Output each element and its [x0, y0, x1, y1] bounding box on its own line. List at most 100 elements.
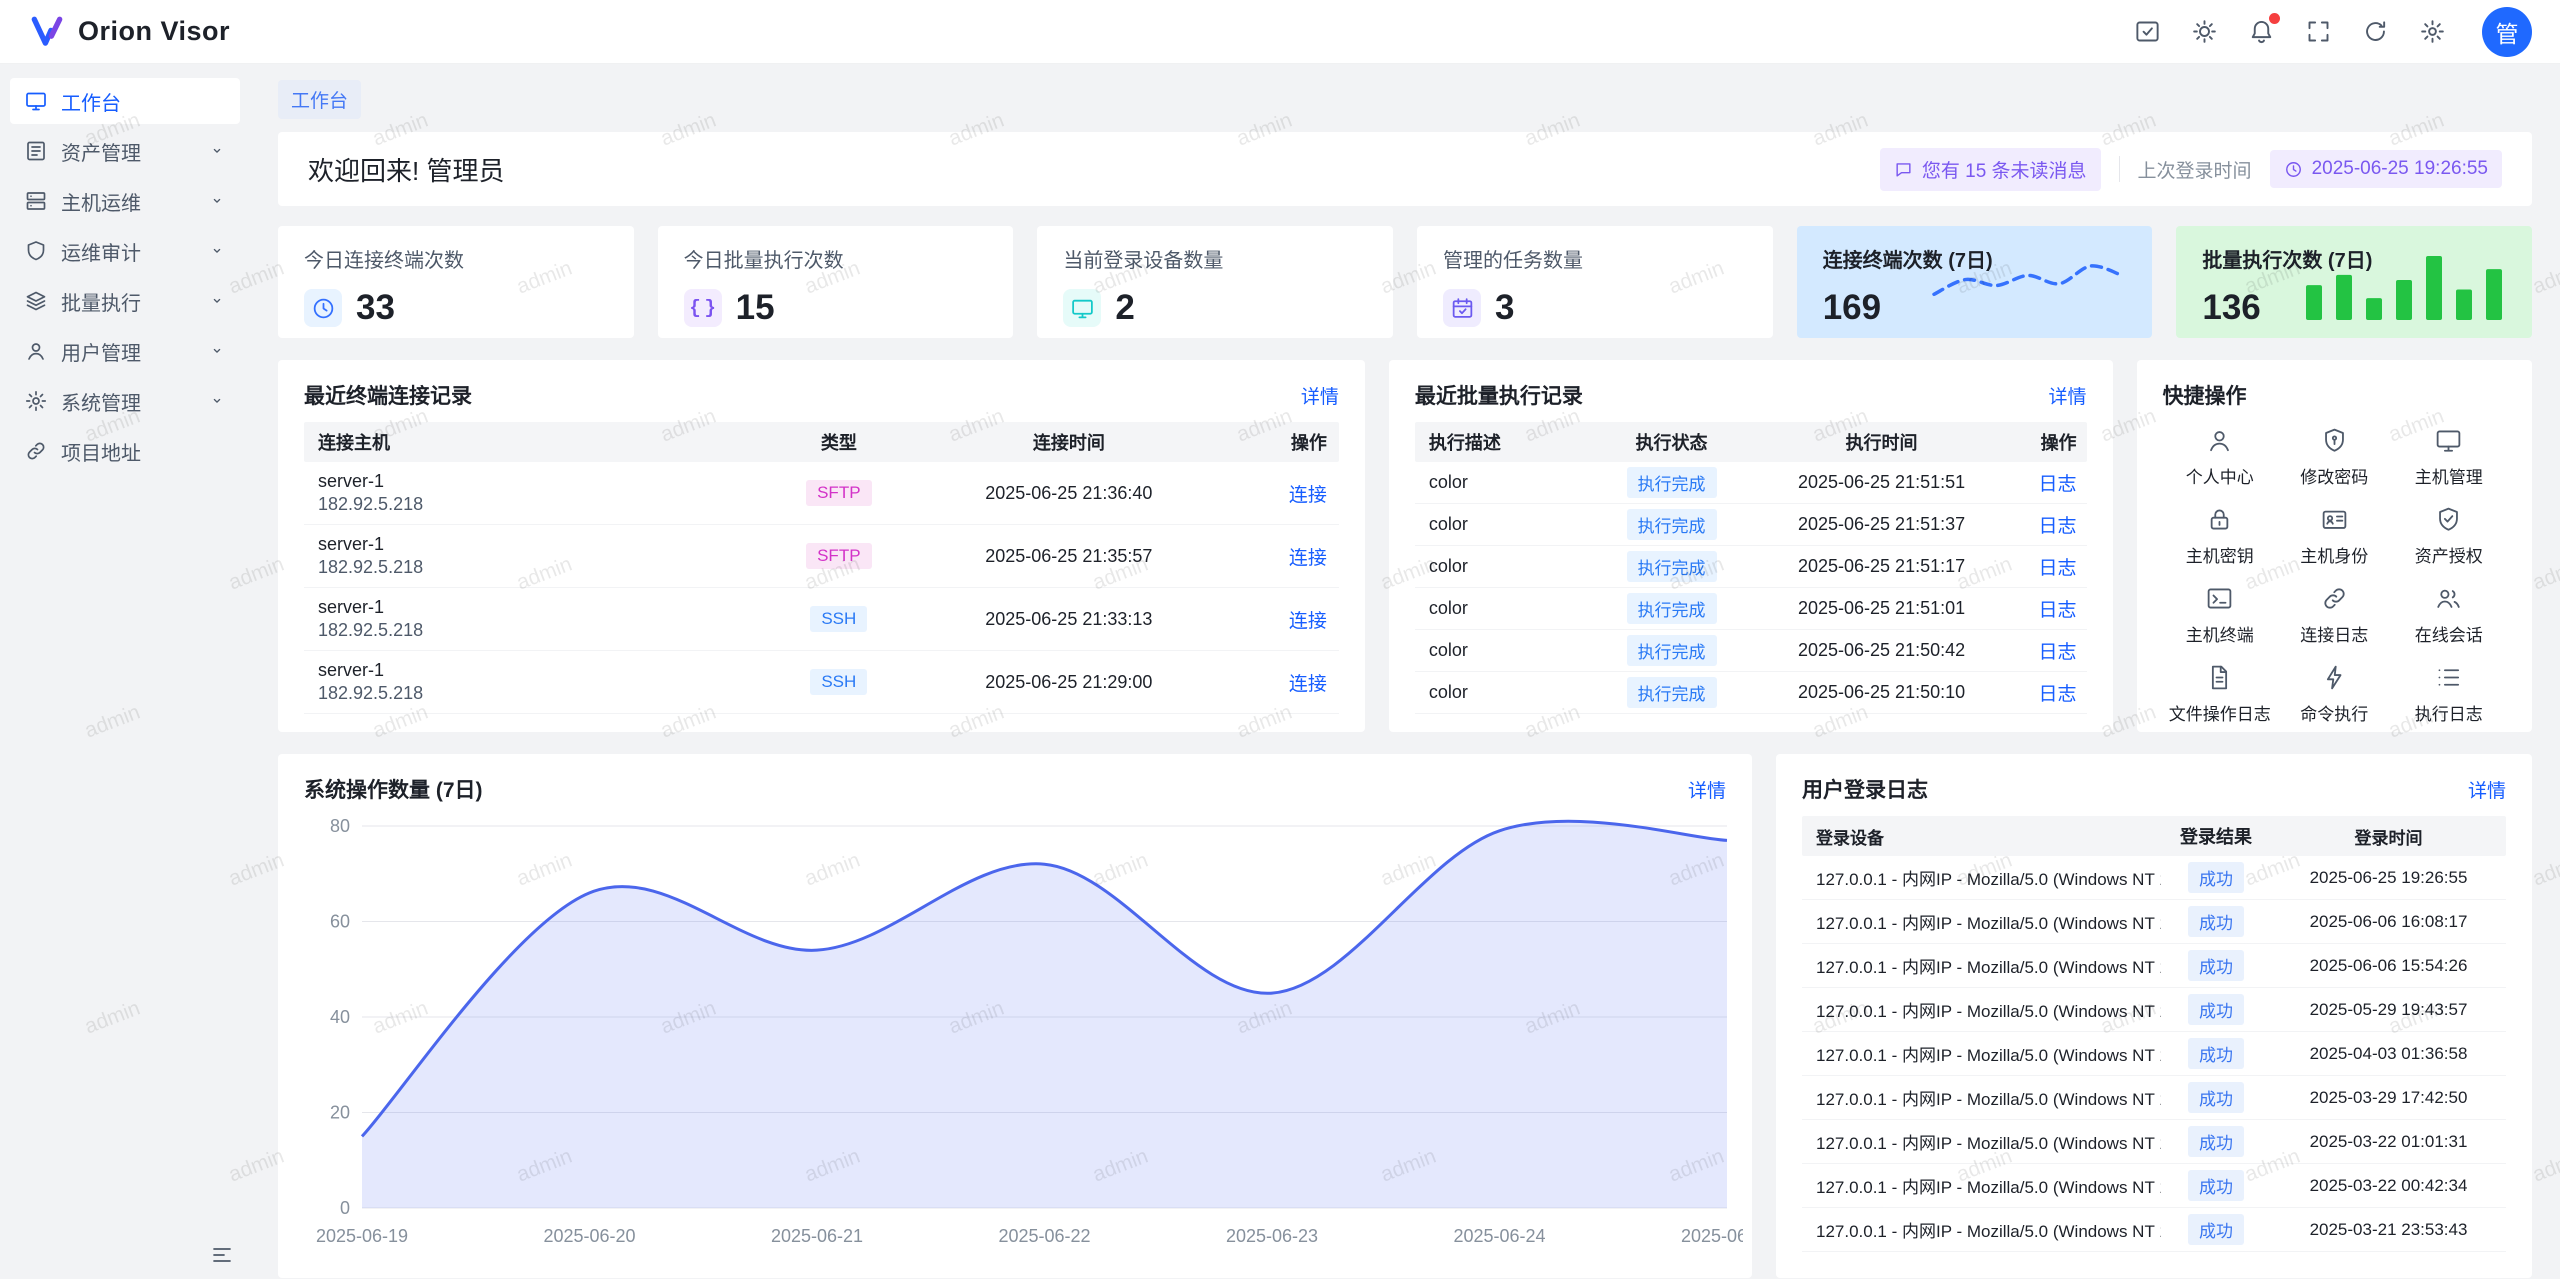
quick-action-file-log[interactable]: 文件操作日志 [2163, 663, 2277, 725]
login-device: 127.0.0.1 - 内网IP - Mozilla/5.0 (Windows … [1802, 1173, 2161, 1198]
light-mode-sun-icon[interactable] [2191, 18, 2218, 45]
svg-text:80: 80 [330, 816, 350, 836]
exec-desc: color [1415, 640, 1587, 661]
panel-title: 用户登录日志 [1802, 774, 1928, 804]
sidebar-item-user-management[interactable]: 用户管理 [10, 328, 240, 374]
login-time: 2025-06-06 16:08:17 [2271, 912, 2506, 932]
exec-status-badge: 执行完成 [1627, 677, 1717, 708]
sidebar-item-label: 主机运维 [61, 187, 141, 216]
sidebar-item-ops-audit[interactable]: 运维审计 [10, 228, 240, 274]
sidebar-item-project-link[interactable]: 项目地址 [10, 428, 240, 474]
fullscreen-icon[interactable] [2305, 18, 2332, 45]
col-action: 操作 [1229, 429, 1339, 455]
stat-today-batch: 今日批量执行次数 { } 15 [658, 226, 1014, 338]
status-check-icon[interactable] [2134, 18, 2161, 45]
connect-link[interactable]: 连接 [1289, 611, 1327, 632]
quick-action-online-session[interactable]: 在线会话 [2392, 584, 2506, 646]
log-link[interactable]: 日志 [2039, 684, 2077, 705]
table-row: color 执行完成 2025-06-25 21:51:37 日志 [1415, 504, 2087, 546]
system-chart-detail-link[interactable]: 详情 [1688, 776, 1726, 803]
login-time: 2025-03-29 17:42:50 [2271, 1088, 2506, 1108]
table-row: server-1 182.92.5.218 SSH 2025-06-25 21:… [304, 651, 1339, 714]
log-link[interactable]: 日志 [2039, 516, 2077, 537]
connect-link[interactable]: 连接 [1289, 485, 1327, 506]
quick-action-host-identity[interactable]: 主机身份 [2277, 505, 2391, 567]
panel-terminal-records: 最近终端连接记录 详情 连接主机 类型 连接时间 操作 [278, 360, 1365, 732]
login-log-detail-link[interactable]: 详情 [2468, 776, 2506, 803]
batch-detail-link[interactable]: 详情 [2049, 382, 2087, 409]
chevron-down-icon [208, 292, 226, 310]
login-device: 127.0.0.1 - 内网IP - Mozilla/5.0 (Windows … [1802, 1217, 2161, 1242]
svg-text:2025-06-19: 2025-06-19 [316, 1226, 408, 1246]
table-row: color 执行完成 2025-06-25 21:51:01 日志 [1415, 588, 2087, 630]
terminal-table: 连接主机 类型 连接时间 操作 server-1 182.92.5.218 [304, 422, 1339, 714]
stat-terminal-7d: 连接终端次数 (7日) 169 [1797, 226, 2153, 338]
login-time: 2025-03-22 01:01:31 [2271, 1132, 2506, 1152]
protocol-badge: SSH [810, 606, 867, 632]
connect-link[interactable]: 连接 [1289, 548, 1327, 569]
quick-action-host-manage[interactable]: 主机管理 [2392, 426, 2506, 488]
last-login-label: 上次登录时间 [2138, 156, 2252, 183]
batch-7d-barchart [2304, 250, 2508, 320]
unread-messages-badge[interactable]: 您有 15 条未读消息 [1880, 148, 2101, 191]
log-link[interactable]: 日志 [2039, 558, 2077, 579]
braces-icon: { } [684, 289, 722, 327]
sidebar: 工作台 资产管理 主机运维 运维审计 批量执行 用户管理 [0, 64, 250, 1279]
chevron-down-icon [208, 242, 226, 260]
quick-action-user-center[interactable]: 个人中心 [2163, 426, 2277, 488]
quick-action-command-exec[interactable]: 命令执行 [2277, 663, 2391, 725]
change-password-icon [2320, 426, 2349, 455]
sidebar-item-host-ops[interactable]: 主机运维 [10, 178, 240, 224]
table-row: 127.0.0.1 - 内网IP - Mozilla/5.0 (Windows … [1802, 1164, 2506, 1208]
stat-managed-tasks: 管理的任务数量 3 [1417, 226, 1773, 338]
login-result-badge: 成功 [2188, 906, 2244, 937]
sidebar-item-batch-exec[interactable]: 批量执行 [10, 278, 240, 324]
system-ops-chart: 0204060802025-06-192025-06-202025-06-212… [304, 812, 1743, 1252]
sidebar-item-workbench[interactable]: 工作台 [10, 78, 240, 124]
sidebar-item-asset-management[interactable]: 资产管理 [10, 128, 240, 174]
quick-action-asset-grant[interactable]: 资产授权 [2392, 505, 2506, 567]
logo-icon [28, 13, 66, 51]
login-result-badge: 成功 [2188, 1214, 2244, 1245]
sidebar-item-label: 系统管理 [61, 387, 141, 416]
breadcrumb[interactable]: 工作台 [278, 80, 361, 119]
connect-link[interactable]: 连接 [1289, 674, 1327, 695]
login-device: 127.0.0.1 - 内网IP - Mozilla/5.0 (Windows … [1802, 997, 2161, 1022]
login-result-badge: 成功 [2188, 1082, 2244, 1113]
sidebar-item-system-management[interactable]: 系统管理 [10, 378, 240, 424]
settings-gear-icon[interactable] [2419, 18, 2446, 45]
chevron-down-icon [208, 342, 226, 360]
table-row: color 执行完成 2025-06-25 21:51:51 日志 [1415, 462, 2087, 504]
app-logo[interactable]: Orion Visor [28, 13, 230, 51]
table-row: color 执行完成 2025-06-25 21:50:42 日志 [1415, 630, 2087, 672]
refresh-icon[interactable] [2362, 18, 2389, 45]
quick-action-host-terminal[interactable]: 主机终端 [2163, 584, 2277, 646]
welcome-title: 欢迎回来! 管理员 [308, 151, 504, 188]
quick-action-host-key[interactable]: 主机密钥 [2163, 505, 2277, 567]
notification-bell-icon[interactable] [2248, 18, 2275, 45]
exec-log-icon [2434, 663, 2463, 692]
terminal-detail-link[interactable]: 详情 [1301, 382, 1339, 409]
protocol-badge: SSH [810, 669, 867, 695]
quick-action-connect-log[interactable]: 连接日志 [2277, 584, 2391, 646]
clock-icon [304, 289, 342, 327]
asset-management-icon [24, 139, 48, 163]
col-desc: 执行描述 [1415, 429, 1587, 455]
sidebar-collapse-icon[interactable] [210, 1243, 234, 1267]
user-avatar[interactable]: 管 [2482, 7, 2532, 57]
stat-today-terminal: 今日连接终端次数 33 [278, 226, 634, 338]
workbench-icon [24, 89, 48, 113]
log-link[interactable]: 日志 [2039, 642, 2077, 663]
col-result: 登录结果 [2161, 823, 2271, 849]
exec-status-badge: 执行完成 [1627, 509, 1717, 540]
col-action: 操作 [2007, 429, 2087, 455]
stat-label: 今日批量执行次数 [684, 244, 988, 273]
login-device: 127.0.0.1 - 内网IP - Mozilla/5.0 (Windows … [1802, 865, 2161, 890]
exec-desc: color [1415, 514, 1587, 535]
quick-action-exec-log[interactable]: 执行日志 [2392, 663, 2506, 725]
log-link[interactable]: 日志 [2039, 474, 2077, 495]
exec-time: 2025-06-25 21:50:42 [1757, 640, 2007, 661]
log-link[interactable]: 日志 [2039, 600, 2077, 621]
quick-action-change-password[interactable]: 修改密码 [2277, 426, 2391, 488]
stat-label: 当前登录设备数量 [1063, 244, 1367, 273]
